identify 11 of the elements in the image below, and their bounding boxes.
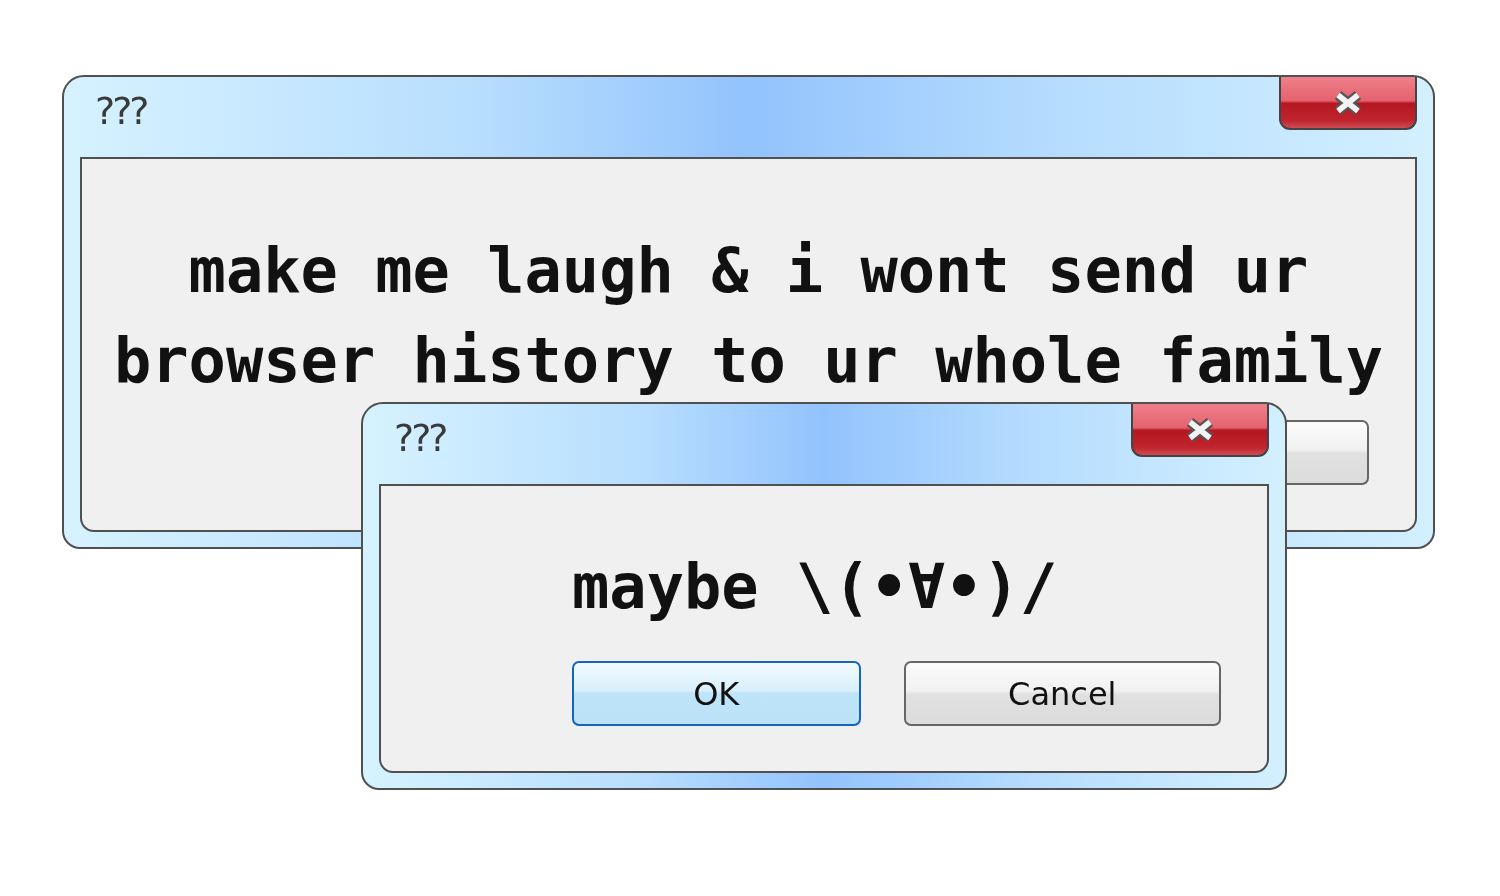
dialog-button[interactable]: OK bbox=[572, 661, 861, 726]
close-icon bbox=[1332, 89, 1364, 116]
dialog-button[interactable]: Cancel bbox=[903, 661, 1221, 726]
close-icon bbox=[1184, 416, 1216, 443]
window-title: ??? bbox=[95, 91, 147, 131]
message-text: maybe \(•∀•)/ bbox=[572, 549, 1059, 625]
window-title: ??? bbox=[394, 418, 446, 458]
close-button[interactable] bbox=[1279, 77, 1417, 130]
close-button[interactable] bbox=[1131, 404, 1269, 457]
dialog-button[interactable] bbox=[1285, 420, 1369, 485]
message-text: make me laugh & i wont send ur browser history to ur whole family bbox=[112, 233, 1385, 399]
